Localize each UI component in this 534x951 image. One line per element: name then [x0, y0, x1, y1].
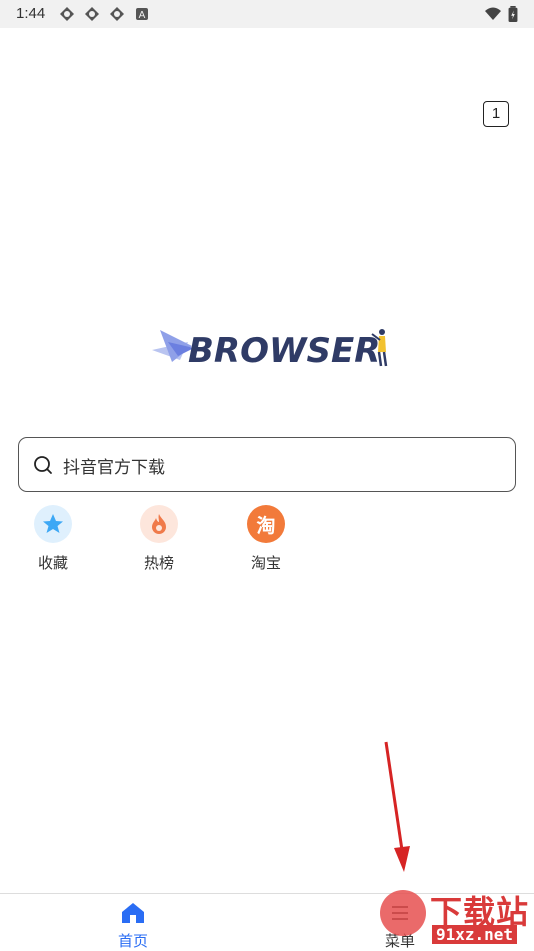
search-box[interactable]: 抖音官方下载: [18, 437, 516, 492]
quick-link-label: 收藏: [37, 554, 68, 572]
search-icon: [34, 456, 52, 474]
quick-link-favorites[interactable]: 收藏: [23, 505, 83, 573]
logo-graphic: BROWSER: [152, 329, 388, 371]
watermark-logo-icon: [380, 890, 426, 936]
quick-link-taobao[interactable]: 淘 淘宝: [236, 505, 296, 573]
status-time: 1:44: [16, 5, 46, 22]
taobao-icon-text: 淘: [256, 514, 276, 537]
app-icon: [85, 7, 99, 21]
svg-text:A: A: [139, 10, 146, 21]
taobao-icon: 淘: [247, 505, 285, 543]
star-icon: [34, 505, 72, 543]
watermark-url: 91xz.net: [432, 925, 518, 944]
a-icon: A: [136, 8, 148, 21]
quick-link-label: 淘宝: [250, 554, 281, 572]
watermark: 下载站 91xz.net: [370, 885, 534, 950]
quick-link-hot-list[interactable]: 热榜: [129, 505, 189, 573]
tab-count-button[interactable]: 1: [483, 101, 509, 127]
logo-text: BROWSER: [188, 331, 380, 370]
app-icon: [110, 7, 124, 21]
status-bar: 1:44 A: [0, 0, 534, 28]
flame-icon: [140, 505, 178, 543]
nav-home[interactable]: 首页: [103, 902, 163, 951]
wifi-icon: [485, 7, 501, 20]
home-icon: [122, 903, 144, 923]
quick-link-label: 热榜: [143, 554, 174, 572]
app-icon: [60, 7, 74, 21]
search-text: 抖音官方下载: [63, 458, 165, 478]
battery-icon: [508, 6, 518, 22]
browser-logo: BROWSER: [150, 322, 396, 371]
nav-home-label: 首页: [117, 932, 148, 950]
